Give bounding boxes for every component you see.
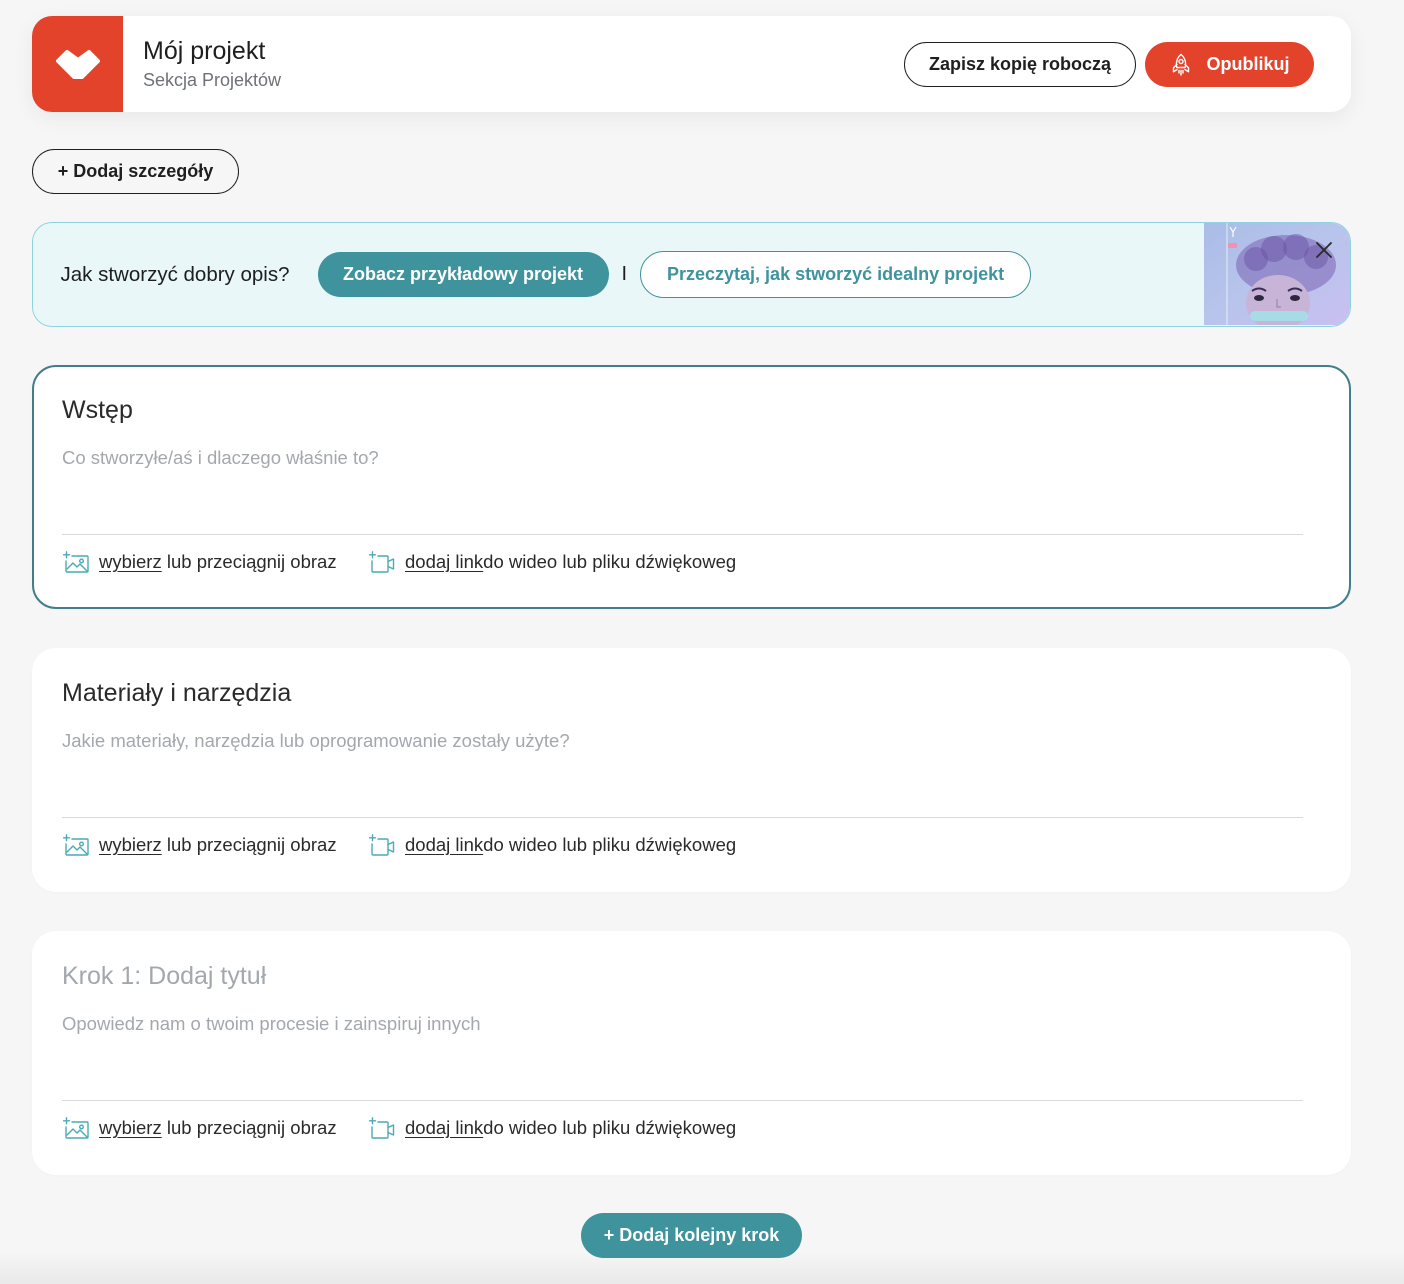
page-subtitle: Sekcja Projektów xyxy=(143,70,282,90)
add-image-icon[interactable] xyxy=(63,1117,89,1139)
media-toolbar: wybierz lub przeciągnij obraz dodaj linkd… xyxy=(34,832,1349,858)
save-draft-button[interactable]: Zapisz kopię roboczą xyxy=(904,42,1136,87)
media-link-text: dodaj linkdo wideo lub pliku dźwiękoweg xyxy=(405,832,736,858)
add-image-icon[interactable] xyxy=(63,834,89,856)
section-description-input[interactable] xyxy=(62,1012,1303,1092)
add-video-icon[interactable] xyxy=(369,551,395,573)
add-step-button[interactable]: + Dodaj kolejny krok xyxy=(581,1213,802,1258)
project-header: Mój projekt Sekcja Projektów Zapisz kopi… xyxy=(32,16,1351,112)
section-description-input[interactable] xyxy=(62,446,1303,526)
add-link-link[interactable]: dodaj link xyxy=(405,551,483,572)
media-link: dodaj linkdo wideo lub pliku dźwiękoweg xyxy=(369,832,736,858)
tip-separator: I xyxy=(621,263,628,285)
header-actions: Zapisz kopię roboczą Opublikuj xyxy=(904,42,1314,87)
section-intro: Wstęp wybierzlub przeciągnij obraz xyxy=(32,365,1351,609)
add-video-icon[interactable] xyxy=(369,1117,395,1139)
image-upload-hint: lub przeciągnij obraz xyxy=(166,1117,337,1138)
section-title: Materiały i narzędzia xyxy=(62,679,292,707)
publish-label: Opublikuj xyxy=(1206,54,1290,74)
image-upload-hint: lub przeciągnij obraz xyxy=(166,551,337,572)
choose-image-link[interactable]: wybierz xyxy=(99,551,162,572)
media-toolbar: wybierz lub przeciągnij obraz dodaj linkd… xyxy=(34,1115,1349,1141)
tip-question: Jak stworzyć dobry opis? xyxy=(60,262,290,286)
step-title-input[interactable] xyxy=(62,961,1303,991)
image-upload-text: wybierz lub przeciągnij obraz xyxy=(99,832,337,858)
project-guide-button[interactable]: Przeczytaj, jak stworzyć idealny projekt xyxy=(640,251,1032,298)
media-link-text: dodaj linkdo wideo lub pliku dźwiękoweg xyxy=(405,1115,736,1141)
example-project-button[interactable]: Zobacz przykładowy projekt xyxy=(317,252,609,297)
choose-image-link[interactable]: wybierz xyxy=(99,834,162,855)
image-upload: wybierz lub przeciągnij obraz xyxy=(63,1115,337,1141)
section-title: Wstęp xyxy=(62,396,133,424)
media-link-hint: do wideo lub pliku dźwiękoweg xyxy=(483,551,737,572)
add-link-link[interactable]: dodaj link xyxy=(405,834,483,855)
choose-image-link[interactable]: wybierz xyxy=(99,1117,162,1138)
media-link-hint: do wideo lub pliku dźwiękoweg xyxy=(483,834,737,855)
section-step-1: wybierzlub przeciągnij obraz dodaj linkd… xyxy=(32,931,1351,1175)
page-title: Mój projekt xyxy=(143,37,266,65)
rocket-icon xyxy=(1170,53,1192,77)
brand-logo-icon[interactable] xyxy=(32,16,123,112)
media-link: dodaj linkdo wideo lub pliku dźwiękoweg xyxy=(369,549,736,575)
image-upload: wybierz lub przeciągnij obraz xyxy=(63,832,337,858)
media-link-hint: do wideo lub pliku dźwiękoweg xyxy=(483,1117,737,1138)
section-materials: Materiały i narzędzia wybierzlub przecią… xyxy=(32,648,1351,892)
media-toolbar: wybierz lub przeciągnij obraz dodaj linkd… xyxy=(34,549,1349,575)
image-upload-text: wybierz lub przeciągnij obraz xyxy=(99,1115,337,1141)
tip-banner: Jak stworzyć dobry opis? Zobacz przykład… xyxy=(32,222,1351,327)
image-upload-text: wybierz lub przeciągnij obraz xyxy=(99,549,337,575)
add-video-icon[interactable] xyxy=(369,834,395,856)
close-icon[interactable] xyxy=(1314,240,1334,260)
publish-button[interactable]: Opublikuj xyxy=(1145,42,1314,87)
banner-illustration xyxy=(1204,223,1350,326)
media-link: dodaj linkdo wideo lub pliku dźwiękoweg xyxy=(369,1115,736,1141)
image-upload-hint: lub przeciągnij obraz xyxy=(166,834,337,855)
add-image-icon[interactable] xyxy=(63,551,89,573)
image-upload: wybierz lub przeciągnij obraz xyxy=(63,549,337,575)
section-divider xyxy=(62,534,1303,535)
add-details-button[interactable]: + Dodaj szczegóły xyxy=(32,149,239,194)
section-divider xyxy=(62,1100,1303,1101)
section-divider xyxy=(62,817,1303,818)
media-link-text: dodaj linkdo wideo lub pliku dźwiękoweg xyxy=(405,549,736,575)
add-link-link[interactable]: dodaj link xyxy=(405,1117,483,1138)
tip-banner-content: Jak stworzyć dobry opis? Zobacz przykład… xyxy=(61,223,1032,326)
section-description-input[interactable] xyxy=(62,729,1303,809)
